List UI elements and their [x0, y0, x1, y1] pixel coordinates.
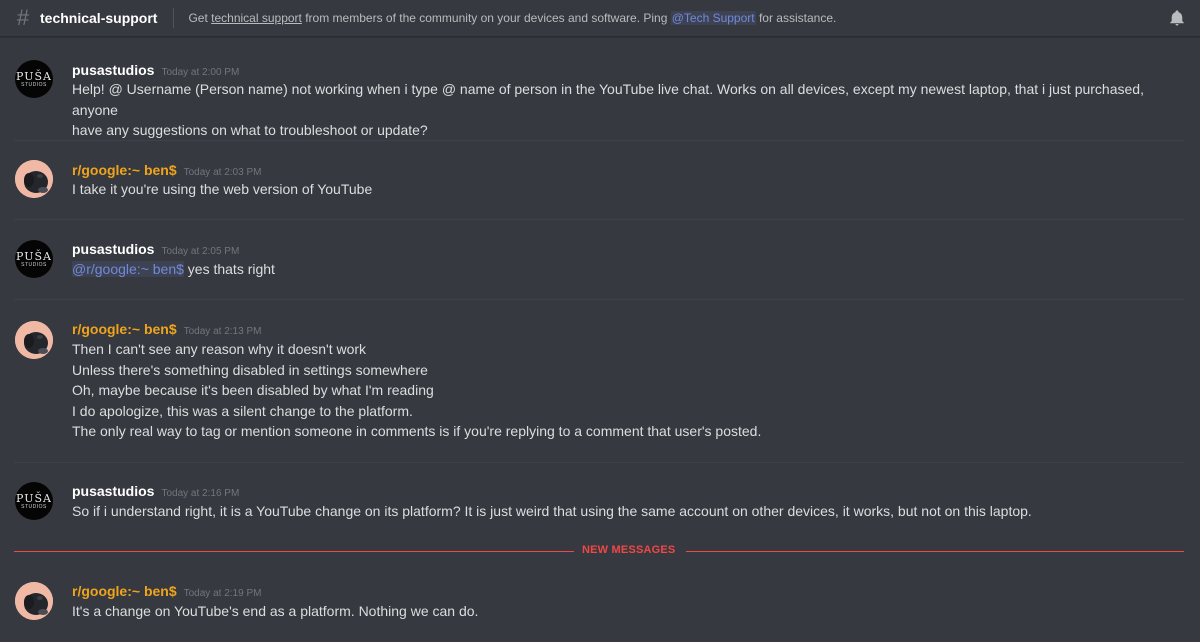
- username[interactable]: pusastudios: [72, 483, 154, 499]
- message-divider: [14, 462, 1184, 463]
- avatar-logo-subtext: STUDIOS: [21, 81, 47, 88]
- avatar[interactable]: [15, 321, 53, 359]
- channel-topic: Get technical support from members of th…: [188, 11, 836, 25]
- message-content: It's a change on YouTube's end as a plat…: [72, 601, 1192, 622]
- user-mention[interactable]: @r/google:~ ben$: [72, 261, 184, 277]
- message-divider: [14, 140, 1184, 141]
- message-text: yes thats right: [183, 261, 275, 277]
- message-line: Oh, maybe because it's been disabled by …: [72, 382, 434, 399]
- message-line: I do apologize, this was a silent change…: [72, 402, 413, 419]
- new-messages-line-right: [686, 551, 1184, 552]
- username[interactable]: r/google:~ ben$: [72, 583, 177, 599]
- avatar-logo-subtext: STUDIOS: [21, 261, 47, 268]
- channel-hash-icon: #: [16, 5, 30, 30]
- notification-bell-icon[interactable]: [1168, 9, 1186, 27]
- avatar[interactable]: PUŠA STUDIOS: [15, 60, 53, 98]
- avatar-logo-subtext: STUDIOS: [21, 503, 47, 510]
- message-content: I take it you're using the web version o…: [72, 179, 1192, 200]
- timestamp: Today at 2:03 PM: [183, 167, 262, 178]
- message-list[interactable]: PUŠA STUDIOS pusastudios Today at 2:00 P…: [0, 38, 1200, 642]
- header-divider: [173, 8, 175, 28]
- timestamp: Today at 2:00 PM: [161, 67, 240, 78]
- avatar[interactable]: [15, 582, 53, 620]
- message-line: Then I can't see any reason why it doesn…: [72, 341, 367, 357]
- message-divider: [14, 299, 1184, 300]
- new-messages-divider: NEW MESSAGES: [14, 544, 1184, 558]
- message-line: So if i understand right, it is a YouTub…: [72, 503, 1032, 519]
- username[interactable]: pusastudios: [72, 241, 154, 257]
- message-content: Then I can't see any reason why it doesn…: [72, 339, 1192, 442]
- message-line: It's a change on YouTube's end as a plat…: [72, 603, 479, 619]
- channel-header: # technical-support Get technical suppor…: [0, 0, 1200, 37]
- timestamp: Today at 2:13 PM: [183, 326, 262, 337]
- avatar-logo-text: PUŠA: [16, 249, 52, 263]
- new-messages-line-left: [14, 551, 574, 552]
- message-content: So if i understand right, it is a YouTub…: [72, 501, 1192, 522]
- topic-middle: from members of the community on your de…: [301, 11, 671, 25]
- avatar[interactable]: PUŠA STUDIOS: [15, 240, 53, 278]
- message-line: The only real way to tag or mention some…: [72, 423, 762, 440]
- message-line: have any suggestions on what to troubles…: [72, 122, 428, 139]
- avatar[interactable]: [15, 160, 53, 198]
- avatar-logo-text: PUŠA: [16, 491, 52, 505]
- avatar[interactable]: PUŠA STUDIOS: [15, 482, 53, 520]
- username[interactable]: r/google:~ ben$: [72, 321, 177, 337]
- topic-role-mention[interactable]: @Tech Support: [670, 11, 756, 25]
- topic-suffix: for assistance.: [755, 11, 837, 25]
- message-content: Help! @ Username (Person name) not worki…: [72, 79, 1192, 141]
- message-line: @r/google:~ ben$ yes thats right: [72, 259, 1192, 280]
- dog-avatar-image: [15, 160, 53, 198]
- topic-link[interactable]: technical support: [211, 11, 302, 25]
- timestamp: Today at 2:19 PM: [183, 588, 262, 599]
- timestamp: Today at 2:05 PM: [161, 246, 240, 257]
- username[interactable]: pusastudios: [72, 62, 154, 78]
- new-messages-label: NEW MESSAGES: [582, 544, 676, 556]
- dog-avatar-image: [15, 582, 53, 620]
- message-line: Help! @ Username (Person name) not worki…: [72, 81, 1144, 118]
- avatar-logo-text: PUŠA: [16, 69, 52, 83]
- dog-avatar-image: [15, 321, 53, 359]
- timestamp: Today at 2:16 PM: [161, 488, 240, 499]
- username[interactable]: r/google:~ ben$: [72, 162, 177, 178]
- topic-prefix: Get: [188, 11, 212, 25]
- message-line: I take it you're using the web version o…: [72, 181, 373, 197]
- channel-name: technical-support: [40, 10, 158, 26]
- message-content: @r/google:~ ben$ yes thats right: [72, 259, 1192, 280]
- message-divider: [14, 219, 1184, 220]
- message-line: Unless there's something disabled in set…: [72, 361, 428, 378]
